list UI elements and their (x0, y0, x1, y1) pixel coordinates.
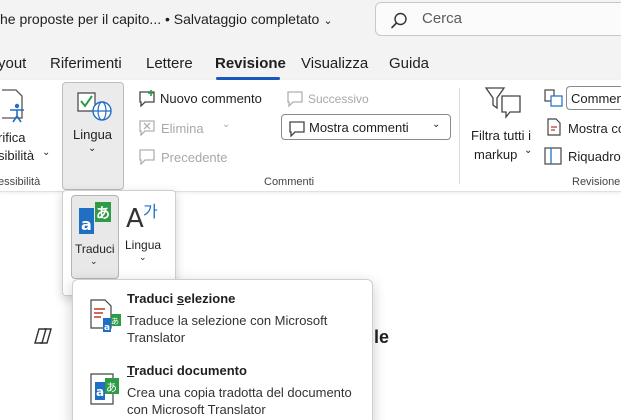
accessibility-line2[interactable]: sibilità (0, 148, 34, 163)
chevron-down-icon: ⌄ (139, 252, 147, 262)
new-comment-icon (139, 90, 155, 107)
accessibility-check-icon (2, 89, 24, 123)
search-placeholder: Cerca (422, 10, 463, 27)
document-title-text: he proposte per il capito... • Salvatagg… (0, 11, 320, 27)
translate-document-item[interactable]: a あ Traduci documento Crea una copia tra… (73, 356, 372, 420)
chevron-down-icon: ⌄ (432, 119, 441, 130)
svg-text:a: a (104, 323, 110, 333)
translate-selection-icon: a あ (90, 299, 121, 333)
document-title[interactable]: he proposte per il capito... • Salvatagg… (0, 11, 333, 27)
translate-document-title: Traduci documento (127, 363, 247, 378)
language-options-icon: A 가 (126, 202, 158, 233)
translate-selection-item[interactable]: a あ Traduci selezione Traduce la selezio… (73, 280, 372, 352)
group-label-comments: Commenti (264, 176, 315, 188)
svg-text:あ: あ (111, 317, 119, 326)
tab-revisione[interactable]: Revisione (215, 55, 286, 72)
group-label-accessibility: essibilità (0, 176, 41, 188)
traduci-button[interactable]: a あ Traduci ⌄ (71, 195, 119, 279)
lingua-options-button[interactable]: Lingua (125, 238, 161, 252)
translate-selection-desc: Traduce la selezione con Microsoft Trans… (127, 313, 328, 345)
tab-layout[interactable]: yout (0, 55, 26, 72)
lingua-button[interactable]: Lingua ⌄ (62, 82, 124, 190)
filter-markup-line2[interactable]: markup (474, 147, 517, 162)
chevron-down-icon: ⌄ (42, 147, 51, 158)
chevron-down-icon: ⌄ (323, 15, 333, 27)
reviewing-pane-icon (544, 147, 562, 165)
svg-text:あ: あ (106, 381, 117, 394)
translate-submenu: a あ Traduci selezione Traduce la selezio… (72, 279, 373, 420)
svg-text:a: a (81, 215, 92, 234)
new-comment-button[interactable]: Nuovo commento (160, 91, 262, 106)
reviewing-pane-button[interactable]: Riquadro (568, 149, 621, 164)
svg-text:가: 가 (143, 202, 158, 221)
svg-text:a: a (96, 385, 104, 399)
tab-visualizza[interactable]: Visualizza (301, 55, 368, 72)
next-comment-icon (287, 91, 303, 107)
language-icon (77, 92, 112, 121)
delete-comment-button[interactable]: Elimina (161, 121, 204, 136)
search-icon (391, 12, 407, 29)
copilot-icon[interactable] (33, 327, 53, 345)
accessibility-line1[interactable]: rifica (0, 130, 25, 145)
chevron-down-icon: ⌄ (88, 143, 97, 154)
show-comments-label: Mostra commenti (309, 120, 409, 135)
translate-selection-title: Traduci selezione (127, 291, 236, 306)
markup-display-value: Commen (571, 91, 621, 106)
tab-guida[interactable]: Guida (389, 55, 429, 72)
traduci-label: Traduci (75, 242, 115, 256)
chevron-down-icon: ⌄ (524, 145, 533, 156)
translate-document-icon: a あ (90, 373, 119, 405)
show-markup-icon (547, 118, 561, 136)
delete-comment-icon (139, 120, 155, 136)
group-label-revisione: Revisione (572, 176, 621, 188)
previous-comment-icon (139, 149, 155, 165)
markup-display-select[interactable]: Commen (566, 86, 621, 110)
group-divider (459, 88, 460, 184)
chevron-down-icon: ⌄ (222, 119, 231, 130)
track-changes-icon (544, 89, 563, 107)
search-box[interactable]: Cerca (375, 2, 621, 36)
svg-text:A: A (126, 204, 144, 233)
svg-text:あ: あ (96, 206, 110, 222)
next-comment-button[interactable]: Successivo (308, 92, 369, 106)
title-bar: he proposte per il capito... • Salvatagg… (0, 0, 621, 44)
filter-markup-line1[interactable]: Filtra tutti i (471, 128, 531, 143)
ribbon-tabs: yout Riferimenti Lettere Revisione Visua… (0, 44, 621, 80)
previous-comment-button[interactable]: Precedente (161, 150, 228, 165)
tab-riferimenti[interactable]: Riferimenti (50, 55, 122, 72)
translate-document-desc: Crea una copia tradotta del documento co… (127, 385, 352, 417)
show-comments-button[interactable]: Mostra commenti ⌄ (281, 114, 451, 140)
translate-icon: a あ (79, 202, 111, 234)
chevron-down-icon: ⌄ (90, 256, 98, 266)
show-markup-button[interactable]: Mostra co (568, 121, 621, 136)
filter-markup-icon (484, 87, 521, 119)
tab-lettere[interactable]: Lettere (146, 55, 193, 72)
show-comments-icon (289, 121, 305, 137)
document-heading: le (374, 327, 390, 347)
lingua-label: Lingua (73, 127, 113, 142)
